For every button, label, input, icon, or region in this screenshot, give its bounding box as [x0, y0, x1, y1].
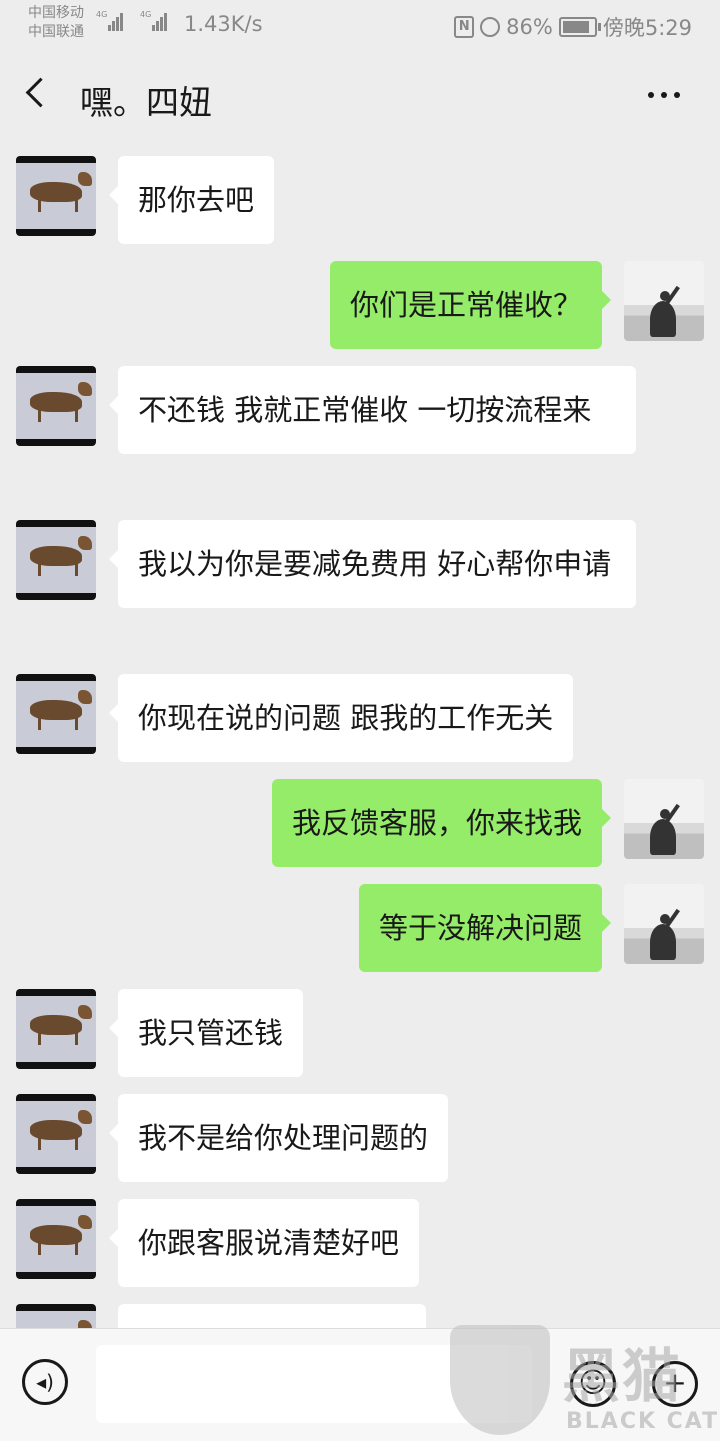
message-bubble[interactable]: 你们是正常催收？ [329, 261, 612, 349]
voice-icon[interactable]: ◂) [22, 1359, 68, 1405]
network-type-1: 4G [96, 10, 108, 19]
message-bubble[interactable]: 我不是给你处理问题的 [108, 1094, 449, 1182]
contact-avatar[interactable] [16, 1199, 96, 1279]
more-options-icon[interactable] [648, 92, 680, 98]
message-bubble[interactable]: 我反馈客服，你来找我 [271, 779, 612, 867]
self-avatar[interactable] [624, 261, 704, 341]
contact-avatar[interactable] [16, 520, 96, 600]
message-bubble[interactable]: 你现在说的问题 跟我的工作无关 [108, 674, 574, 762]
network-type-2: 4G [140, 10, 152, 19]
chat-message-list[interactable]: 那你去吧 你们是正常催收？ 不还钱 我就正常催收 一切按流程来 我以为你是要减免… [0, 144, 720, 1328]
status-time: 傍晚5:29 [602, 16, 692, 40]
signal-icon-1 [108, 12, 124, 31]
message-bubble[interactable]: 你跟客服说清楚好吧 [108, 1199, 420, 1287]
message-bubble[interactable]: 不还钱 我就正常催收 一切按流程来 [109, 366, 636, 454]
contact-avatar[interactable] [16, 1094, 96, 1174]
contact-avatar[interactable] [16, 989, 96, 1069]
alarm-icon [480, 17, 501, 37]
carrier-labels: 中国移动 中国联通 [28, 4, 84, 42]
message-bubble[interactable]: 那你去吧 [108, 156, 275, 244]
carrier-2: 中国联通 [28, 24, 84, 40]
black-cat-watermark: 黑猫 BLACK CAT [450, 1325, 720, 1440]
contact-avatar[interactable] [16, 156, 96, 236]
message-bubble[interactable]: 我只管还钱 [108, 989, 304, 1077]
message-bubble[interactable] [118, 1304, 426, 1328]
contact-avatar[interactable] [16, 366, 96, 446]
message-bubble[interactable]: 等于没解决问题 [358, 884, 612, 972]
self-avatar[interactable] [624, 779, 704, 859]
cat-shield-logo [450, 1325, 550, 1435]
nfc-icon: N [454, 16, 475, 38]
self-avatar[interactable] [624, 884, 704, 964]
contact-avatar[interactable] [16, 674, 96, 754]
contact-avatar[interactable] [16, 1304, 96, 1328]
battery-percent: 86% [506, 15, 553, 39]
carrier-1: 中国移动 [28, 5, 84, 21]
network-speed: 1.43K/s [184, 12, 263, 36]
chat-header: 嘿。四妞 [0, 52, 720, 144]
watermark-en: BLACK CAT [566, 1409, 720, 1434]
message-bubble[interactable]: 我以为你是要减免费用 好心帮你申请 [109, 520, 636, 608]
status-bar: 中国移动 中国联通 4G 4G 1.43K/s N 86% 傍晚5:29 [0, 0, 720, 52]
chat-title: 嘿。四妞 [80, 83, 212, 122]
battery-icon [558, 17, 601, 37]
signal-icon-2 [152, 12, 168, 31]
back-arrow-icon[interactable] [25, 77, 56, 108]
watermark-cn: 黑猫 [562, 1342, 683, 1410]
status-right: N 86% 傍晚5:29 [454, 12, 692, 42]
